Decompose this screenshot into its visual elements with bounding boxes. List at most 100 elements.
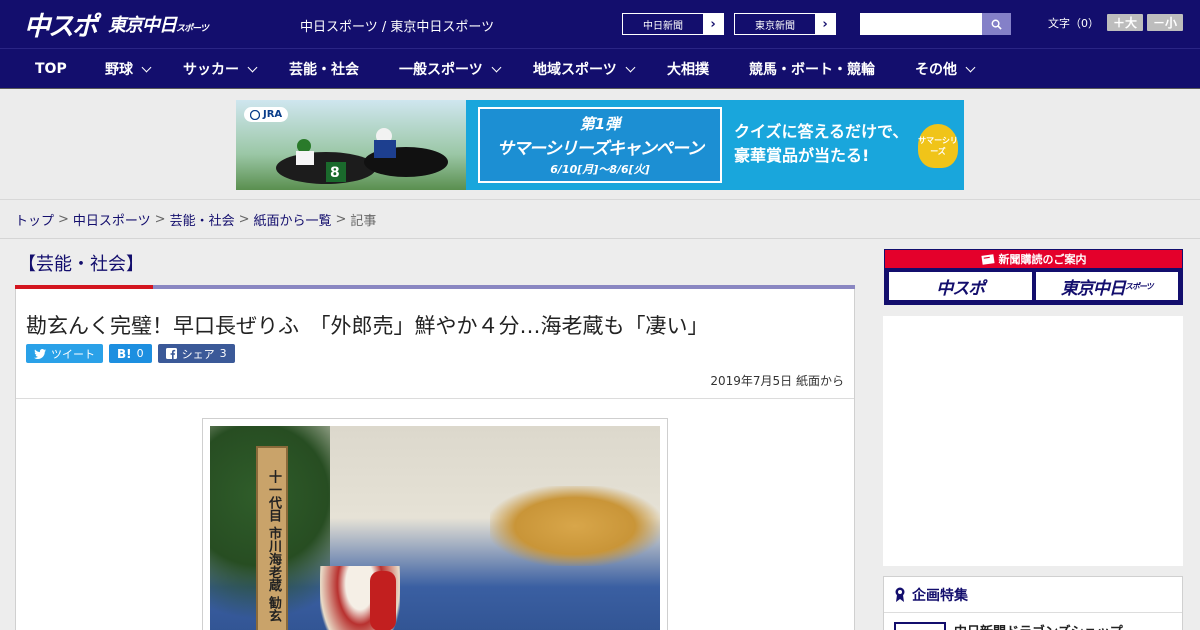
logo-tokyo-chunichi: 東京中日スポーツ [108,15,209,36]
article-title: 勘玄んく完璧！早口長ぜりふ 「外郎売」鮮やか４分…海老蔵も「凄い」 [26,314,709,338]
search-button[interactable] [982,13,1011,35]
tokyo-shimbun-label: 東京新聞 [735,14,815,34]
breadcrumb-entertainment[interactable]: 芸能・社会 [170,210,235,229]
tweet-label: ツイート [51,347,95,361]
breadcrumb-paper-list[interactable]: 紙面から一覧 [254,210,332,229]
banner-message-line1: クイズに答えるだけで、 [734,122,909,141]
ribbon-icon [895,587,905,602]
card-topbar [15,285,855,289]
card-divider [16,398,854,399]
twitter-bird-icon [34,348,46,359]
facebook-share-button[interactable]: シェア 3 [157,344,235,363]
nav-item-general-sports[interactable]: 一般スポーツ [399,49,502,89]
search-input[interactable] [860,13,982,35]
campaign-dates: 6/10[月]～8/6[火] [550,163,650,176]
breadcrumb-separator: > [335,211,347,227]
category-heading: 【芸能・社会】 [18,254,144,275]
header-sitename: 中日スポーツ / 東京中日スポーツ [300,20,495,35]
chevron-down-icon [491,62,502,72]
article-photo[interactable]: 十一代目 市川海老蔵 勧玄 [210,426,660,630]
facebook-share-count: 3 [219,347,227,360]
chevron-right-icon: › [822,16,828,32]
nav-item-entertainment[interactable]: 芸能・社会 [289,49,359,89]
breadcrumb-separator: > [154,211,166,227]
subscription-header: 新聞購読のご案内 [885,250,1182,268]
font-size-controls: 文字（0） ＋大 －小 [1048,14,1184,31]
jra-campaign-banner[interactable]: 8 JRA 第1弾 サマーシリーズキャンペーン 6/10[月]～8/6[火] ク… [236,100,964,190]
nav-label: その他 [915,62,957,78]
font-smaller-button[interactable]: －小 [1147,14,1184,31]
photo-lantern [370,571,396,630]
chevron-down-icon [247,62,258,72]
svg-text:8: 8 [330,165,340,181]
top-header: 中スポ 東京中日スポーツ 中日スポーツ / 東京中日スポーツ 中日新聞 › 東京… [0,0,1200,48]
photo-gold-screen [490,486,660,566]
breadcrumb: トップ > 中日スポーツ > 芸能・社会 > 紙面から一覧 > 記事 [0,200,1200,239]
nav-label: 競馬・ボート・競輪 [749,62,875,78]
font-bigger-button[interactable]: ＋大 [1107,14,1144,31]
ad-placeholder [883,316,1183,566]
chevron-down-icon [141,62,152,72]
subscribe-chuspo-logo[interactable]: 中スポ [889,272,1032,300]
campaign-phase: 第1弾 [579,115,621,133]
nav-item-top[interactable]: TOP [35,49,67,89]
campaign-title: サマーシリーズキャンペーン [497,139,704,159]
photo-name-sign: 十一代目 市川海老蔵 勧玄 [256,446,288,630]
horse-racing-photo: 8 JRA [236,100,466,190]
nav-item-racing[interactable]: 競馬・ボート・競輪 [749,49,875,89]
horse-icon: 8 [276,128,448,184]
nav-label: 大相撲 [667,62,709,78]
font-size-label: 文字（0） [1048,16,1099,30]
nav-item-soccer[interactable]: サッカー [183,49,258,89]
breadcrumb-separator: > [238,211,250,227]
article-card: 勘玄んく完璧！早口長ぜりふ 「外郎売」鮮やか４分…海老蔵も「凄い」 ツイート B… [15,285,855,630]
hatena-count: 0 [136,347,144,360]
feature-thumbnail [894,621,946,630]
breadcrumb-top[interactable]: トップ [15,210,54,229]
tokyo-shimbun-button[interactable]: 東京新聞 › [734,13,836,35]
chunichi-shimbun-label: 中日新聞 [623,14,703,34]
facebook-icon [165,348,177,359]
summer-series-badge: サマーシリーズ [918,124,958,168]
breadcrumb-separator: > [58,211,69,227]
nav-item-local-sports[interactable]: 地域スポーツ [533,49,636,89]
photo-sign-text: 十一代目 市川海老蔵 勧玄 [266,470,281,623]
newspaper-icon [980,253,995,265]
nav-label: 野球 [105,62,133,78]
subscription-logos: 中スポ 東京中日 スポーツ [885,268,1182,300]
nav-item-baseball[interactable]: 野球 [105,49,152,89]
subscription-header-label: 新聞購読のご案内 [998,253,1087,266]
hatena-icon: B! [117,346,132,361]
nav-item-other[interactable]: その他 [915,49,976,89]
search-box [860,13,1011,35]
banner-message: クイズに答えるだけで、 豪華賞品が当たる! [734,120,908,168]
breadcrumb-current: 記事 [350,213,377,229]
feature-title-label: 企画特集 [912,587,968,604]
nav-label: 一般スポーツ [399,62,483,78]
tweet-button[interactable]: ツイート [26,344,103,363]
share-buttons: ツイート B! 0 シェア 3 [26,344,235,363]
card-topbar-accent [15,285,153,289]
jra-logo: JRA [244,107,289,122]
jra-mark-icon [250,109,260,120]
subscription-box[interactable]: 新聞購読のご案内 中スポ 東京中日 スポーツ [884,249,1183,305]
chevron-down-icon [965,62,976,72]
subscribe-tokyo-chunichi-logo[interactable]: 東京中日 スポーツ [1035,272,1178,300]
hatena-bookmark-button[interactable]: B! 0 [109,344,152,363]
search-icon [991,19,1002,30]
nav-item-sumo[interactable]: 大相撲 [667,49,709,89]
chevron-down-icon [625,62,636,72]
chunichi-shimbun-button[interactable]: 中日新聞 › [622,13,724,35]
feature-title: 企画特集 [884,577,1182,613]
jra-label: JRA [263,109,283,120]
site-logo[interactable]: 中スポ 東京中日スポーツ [24,8,209,42]
feature-item-dragons-shop[interactable]: 中日新聞ドラゴンズショップ [884,613,1182,630]
facebook-share-label: シェア [181,347,215,361]
nav-label: 地域スポーツ [533,62,617,78]
logo-chuspo: 中スポ [24,11,98,42]
feature-item-label: 中日新聞ドラゴンズショップ [954,621,1123,630]
article-date: 2019年7月5日 紙面から [710,374,844,388]
banner-campaign-box: 第1弾 サマーシリーズキャンペーン 6/10[月]～8/6[火] [478,107,722,183]
breadcrumb-chunichi-sports[interactable]: 中日スポーツ [73,210,151,229]
banner-message-line2: 豪華賞品が当たる! [734,146,870,165]
